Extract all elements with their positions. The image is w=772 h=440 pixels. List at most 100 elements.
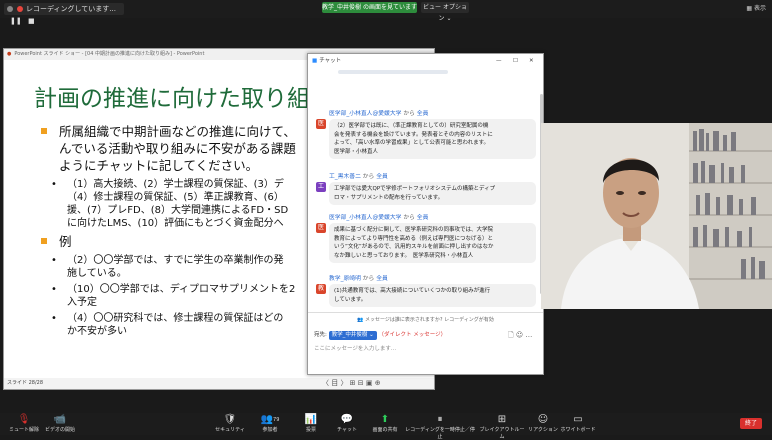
- message-line: しています。: [334, 296, 367, 303]
- record-label: レコーディングを一時停止／停止: [405, 427, 475, 440]
- participant-video: [541, 123, 772, 309]
- chat-visibility-notice: 👥 メッセージは誰に表示されますか? レコーディングが有効: [308, 316, 543, 323]
- meeting-toolbar: 🎙 ミュート解除 📹 ビデオの開始 🛡 セキュリティ 👥79 参加者 📊 投票 …: [0, 413, 772, 440]
- mute-button[interactable]: 🎙 ミュート解除: [6, 414, 42, 433]
- share-banner: 教学_中井俊樹 の画面を見ています: [322, 2, 417, 13]
- maximize-icon[interactable]: ☐: [513, 54, 518, 68]
- message-line: いう”文化”があるので、汎用的スキルを前面に押し出すのはなか: [334, 244, 494, 250]
- participants-label: 参加者: [262, 427, 278, 433]
- message-sender[interactable]: 医学部_小林直人@愛媛大学: [329, 111, 401, 117]
- avatar: 工: [316, 182, 326, 192]
- message-line: ロマ・サプリメントの配布を行っています。: [334, 194, 444, 201]
- message-line: （2）医学部では既に、（準正課教育としての）研究室配属の機: [334, 123, 489, 129]
- participants-button[interactable]: 👥79 参加者: [252, 414, 288, 433]
- chat-tools: 🗋 ☺ …: [508, 331, 532, 342]
- chat-button[interactable]: 💬 チャット: [332, 414, 362, 433]
- message-line: よって、「高い水準の学習成果」として公表可能と思われます。: [334, 140, 490, 146]
- message-bubble: (1)共通教育では、高大接続についていくつかの取り組みが進行 しています。: [329, 284, 536, 307]
- message-line: 成果に基づく配分に関して、医学系研究科の同事攻では、大学院: [334, 227, 494, 233]
- message-target[interactable]: 全員: [417, 215, 429, 221]
- message-target[interactable]: 全員: [417, 111, 429, 117]
- share-screen-label: 画面の共有: [372, 427, 398, 433]
- video-button[interactable]: 📹 ビデオの開始: [42, 414, 78, 433]
- chat-message: 医学部_小林直人@愛媛大学 から 全員 医 （2）医学部では既に、（準正課教育と…: [314, 108, 536, 159]
- reaction-button[interactable]: ☺ リアクション: [528, 414, 558, 433]
- close-icon[interactable]: ✕: [529, 54, 534, 68]
- pause-record-icon[interactable]: ❚❚: [10, 17, 22, 25]
- recording-indicator[interactable]: レコーディングしています... ❚❚ ■: [4, 3, 124, 25]
- message-bubble: 工学部では愛大QPで学修ポートフォリオシステムの構築とディプ ロマ・サプリメント…: [329, 182, 536, 205]
- message-sender[interactable]: 工_黒木善二: [329, 174, 361, 180]
- recipient-select[interactable]: 教学_中井俊樹 ⌄: [328, 331, 377, 340]
- poll-button[interactable]: 📊 投票: [296, 414, 326, 433]
- message-target[interactable]: 全員: [376, 174, 388, 180]
- display-icon: ▦: [746, 5, 753, 12]
- poll-label: 投票: [305, 427, 316, 433]
- avatar: 医: [316, 223, 326, 233]
- share-screen-button[interactable]: ⬆ 画面の共有: [366, 414, 404, 433]
- chat-icon: 💬: [340, 414, 354, 425]
- breakout-rooms-button[interactable]: ⊞ ブレイクアウトルーム: [478, 414, 526, 440]
- message-line: 会を発表する機会を設けています。発表者とその内容のリストに: [334, 131, 493, 138]
- chat-message: 工_黒木善二 から 全員 工 工学部では愛大QPで学修ポートフォリオシステムの構…: [314, 171, 536, 205]
- video-label: ビデオの開始: [44, 427, 75, 433]
- message-line: なか難しいと思っております。 医学系研究科・小林直人: [334, 252, 474, 259]
- file-icon[interactable]: 🗋: [508, 331, 514, 339]
- security-label: セキュリティ: [215, 427, 245, 433]
- record-dot-icon: [17, 6, 23, 12]
- stop-record-icon[interactable]: ■: [28, 17, 35, 25]
- notice-text: メッセージは誰に表示されますか? レコーディングが有効: [365, 317, 494, 323]
- message-target[interactable]: 全員: [376, 276, 388, 282]
- more-icon[interactable]: …: [525, 331, 532, 339]
- security-button[interactable]: 🛡 セキュリティ: [212, 414, 248, 433]
- end-meeting-button[interactable]: 終了: [740, 418, 762, 429]
- display-button[interactable]: ▦ 表示: [746, 3, 766, 12]
- chat-recipient-row: 宛先: 教学_中井俊樹 ⌄ （ダイレクト メッセージ）: [314, 331, 446, 340]
- participant-video-image: [541, 123, 772, 309]
- mute-label: ミュート解除: [8, 427, 39, 433]
- bullet-marker: [41, 128, 47, 134]
- status-icon: [7, 6, 13, 12]
- record-button[interactable]: ⏸ レコーディングを一時停止／停止: [404, 414, 476, 440]
- message-line: 工学部では愛大QPで学修ポートフォリオシステムの構築とディプ: [334, 186, 496, 192]
- microphone-icon: 🎙: [17, 414, 31, 425]
- participant-count: 79: [273, 417, 280, 423]
- slide-title: 計画の推進に向けた取り組み: [34, 86, 333, 112]
- reaction-label: リアクション: [528, 427, 558, 433]
- chat-scroll-top-divider: [338, 70, 448, 74]
- participants-icon: 👥: [260, 414, 274, 425]
- breakout-icon: ⊞: [497, 414, 507, 425]
- ppt-title-text: PowerPoint スライド ショー - [04 中期計画の推進に向けた取り組…: [14, 51, 205, 57]
- slide-nav-controls[interactable]: 〈 目 〉 ⊞ ⊟ ▣ ⊕: [322, 378, 381, 389]
- chat-divider: [308, 312, 543, 313]
- message-bubble: （2）医学部では既に、（準正課教育としての）研究室配属の機 会を発表する機会を設…: [329, 119, 536, 159]
- message-sender[interactable]: 医学部_小林直人@愛媛大学: [329, 215, 401, 221]
- security-icon: 🛡: [223, 414, 237, 425]
- chat-title: チャット: [319, 58, 342, 64]
- minimize-icon[interactable]: —: [496, 54, 502, 68]
- whiteboard-icon: ▭: [573, 414, 583, 425]
- powerpoint-icon: ●: [7, 51, 12, 57]
- poll-icon: 📊: [304, 414, 318, 425]
- share-screen-icon: ⬆: [380, 414, 390, 425]
- message-line: 教育によってより専門性を高める（例えば専門医につなげる）と: [334, 235, 493, 242]
- message-line: 医学部・小林直人: [334, 148, 379, 155]
- view-options-button[interactable]: ビュー オプション ⌄: [421, 2, 469, 22]
- direct-message-label: （ダイレクト メッセージ）: [378, 332, 447, 338]
- chat-message: 教学_原崎明 から 全員 教 (1)共通教育では、高大接続についていくつかの取り…: [314, 273, 536, 307]
- emoji-icon[interactable]: ☺: [516, 331, 523, 339]
- recording-label: レコーディングしています...: [26, 5, 116, 13]
- reaction-icon: ☺: [537, 414, 549, 425]
- chat-input[interactable]: ここにメッセージを入力します...: [314, 344, 396, 352]
- whiteboard-label: ホワイトボード: [560, 427, 596, 433]
- chat-title-bar: ■ チャット — ☐ ✕: [308, 54, 543, 68]
- bullet-marker: [41, 238, 47, 244]
- video-icon: 📹: [53, 414, 67, 425]
- meeting-top-bar: レコーディングしています... ❚❚ ■ 教学_中井俊樹 の画面を見ています ビ…: [0, 0, 772, 25]
- record-icon: ⏸: [437, 414, 443, 425]
- zoom-icon: ■: [312, 58, 318, 64]
- chat-window: ■ チャット — ☐ ✕ 医学部_小林直人@愛媛大学 から 全員 医 （2）医学部…: [307, 53, 544, 375]
- message-sender[interactable]: 教学_原崎明: [329, 276, 361, 282]
- chat-message: 医学部_小林直人@愛媛大学 から 全員 医 成果に基づく配分に関して、医学系研究…: [314, 212, 536, 263]
- whiteboard-button[interactable]: ▭ ホワイトボード: [560, 414, 596, 433]
